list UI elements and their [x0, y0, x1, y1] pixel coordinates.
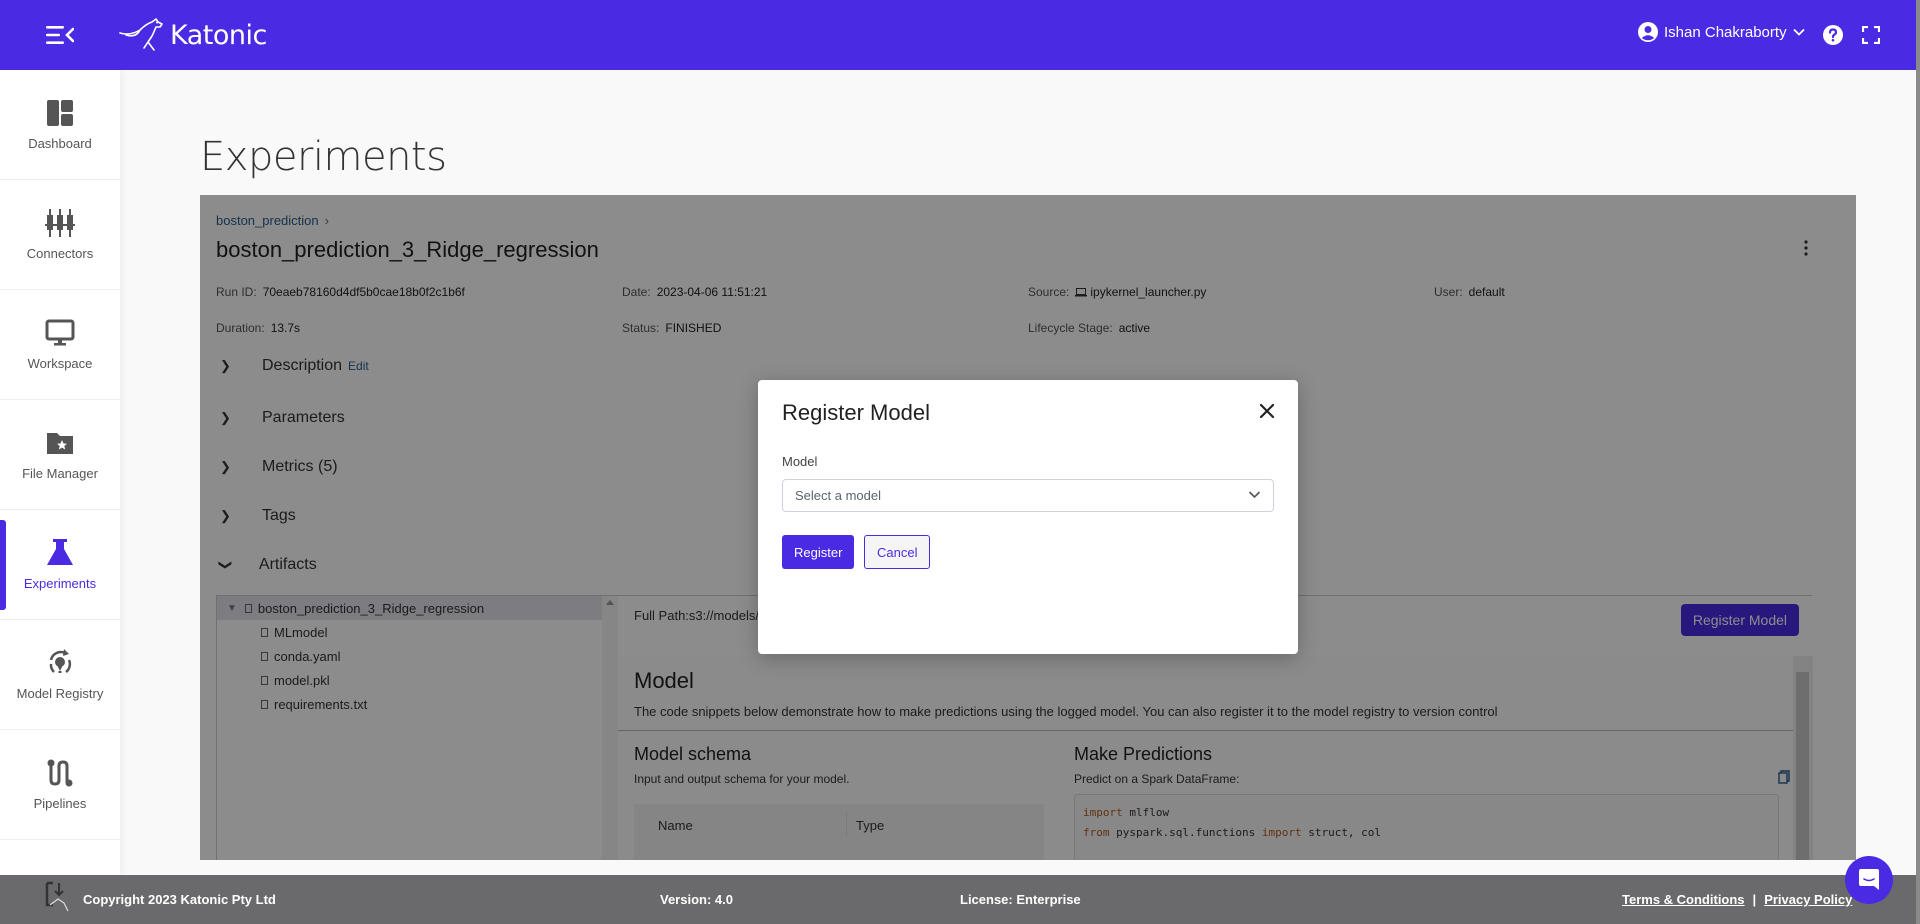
top-bar: Katonic Ishan Chakraborty: [0, 0, 1920, 70]
close-icon[interactable]: [1258, 402, 1276, 420]
sidebar-item-dashboard[interactable]: Dashboard: [0, 70, 120, 180]
page-title: Experiments: [200, 134, 447, 180]
connectors-icon: [45, 209, 75, 237]
chevron-down-icon: [1248, 491, 1261, 499]
folder-star-icon: [47, 433, 73, 454]
sidebar-item-experiments[interactable]: Experiments: [0, 510, 120, 620]
sidebar-item-label: Dashboard: [28, 136, 92, 151]
page-scrollbar[interactable]: [1916, 0, 1920, 924]
sidebar-item-label: Connectors: [26, 246, 94, 261]
user-avatar-icon: [1638, 22, 1658, 42]
privacy-link[interactable]: Privacy Policy: [1764, 892, 1852, 907]
cancel-button[interactable]: Cancel: [864, 535, 931, 569]
sidebar-item-label: Pipelines: [33, 796, 87, 811]
terms-link[interactable]: Terms & Conditions: [1622, 892, 1745, 907]
kangaroo-logo-icon: [119, 18, 163, 51]
model-select[interactable]: Select a model: [782, 479, 1274, 512]
link-separator: |: [1752, 892, 1757, 907]
monitor-icon: [45, 319, 75, 346]
copyright-text: Copyright 2023 Katonic Pty Ltd: [83, 892, 276, 907]
menu-collapse-icon[interactable]: [46, 25, 74, 45]
sidebar-item-label: File Manager: [22, 466, 98, 481]
help-icon[interactable]: [1822, 24, 1844, 46]
sidebar: Dashboard Connectors Workspace File Mana…: [0, 70, 120, 875]
user-menu[interactable]: Ishan Chakraborty: [1638, 22, 1805, 42]
pipelines-icon: [47, 759, 73, 787]
sidebar-item-label: Workspace: [27, 356, 93, 371]
license-text: License: Enterprise: [960, 892, 1081, 907]
fullscreen-icon[interactable]: [1862, 26, 1880, 44]
sidebar-item-model-registry[interactable]: Model Registry: [0, 620, 120, 730]
version-text: Version: 4.0: [660, 892, 733, 907]
footer-logo-icon: [45, 881, 69, 912]
chat-icon: [1859, 869, 1879, 890]
footer-links: Terms & Conditions | Privacy Policy: [1622, 892, 1852, 907]
user-name: Ishan Chakraborty: [1664, 23, 1787, 41]
register-model-dialog: Register Model Model Select a model Regi…: [758, 380, 1298, 654]
footer: Copyright 2023 Katonic Pty Ltd Version: …: [0, 875, 1916, 924]
chat-launcher-button[interactable]: [1845, 856, 1893, 904]
sidebar-item-file-manager[interactable]: File Manager: [0, 400, 120, 510]
brand-name: Katonic: [170, 19, 267, 51]
sidebar-item-pipelines[interactable]: Pipelines: [0, 730, 120, 840]
sidebar-item-label: Model Registry: [16, 686, 104, 701]
dialog-title: Register Model: [782, 400, 930, 425]
sidebar-item-connectors[interactable]: Connectors: [0, 180, 120, 290]
sidebar-item-label: Experiments: [23, 576, 97, 591]
model-select-placeholder: Select a model: [795, 488, 881, 503]
register-button[interactable]: Register: [782, 535, 855, 569]
flask-icon: [47, 539, 73, 565]
chevron-down-icon: [1792, 28, 1805, 36]
dashboard-icon: [47, 100, 73, 126]
sidebar-item-workspace[interactable]: Workspace: [0, 290, 120, 400]
model-registry-icon: [49, 649, 72, 673]
model-field-label: Model: [782, 454, 818, 469]
katonic-logo[interactable]: Katonic: [118, 18, 267, 52]
